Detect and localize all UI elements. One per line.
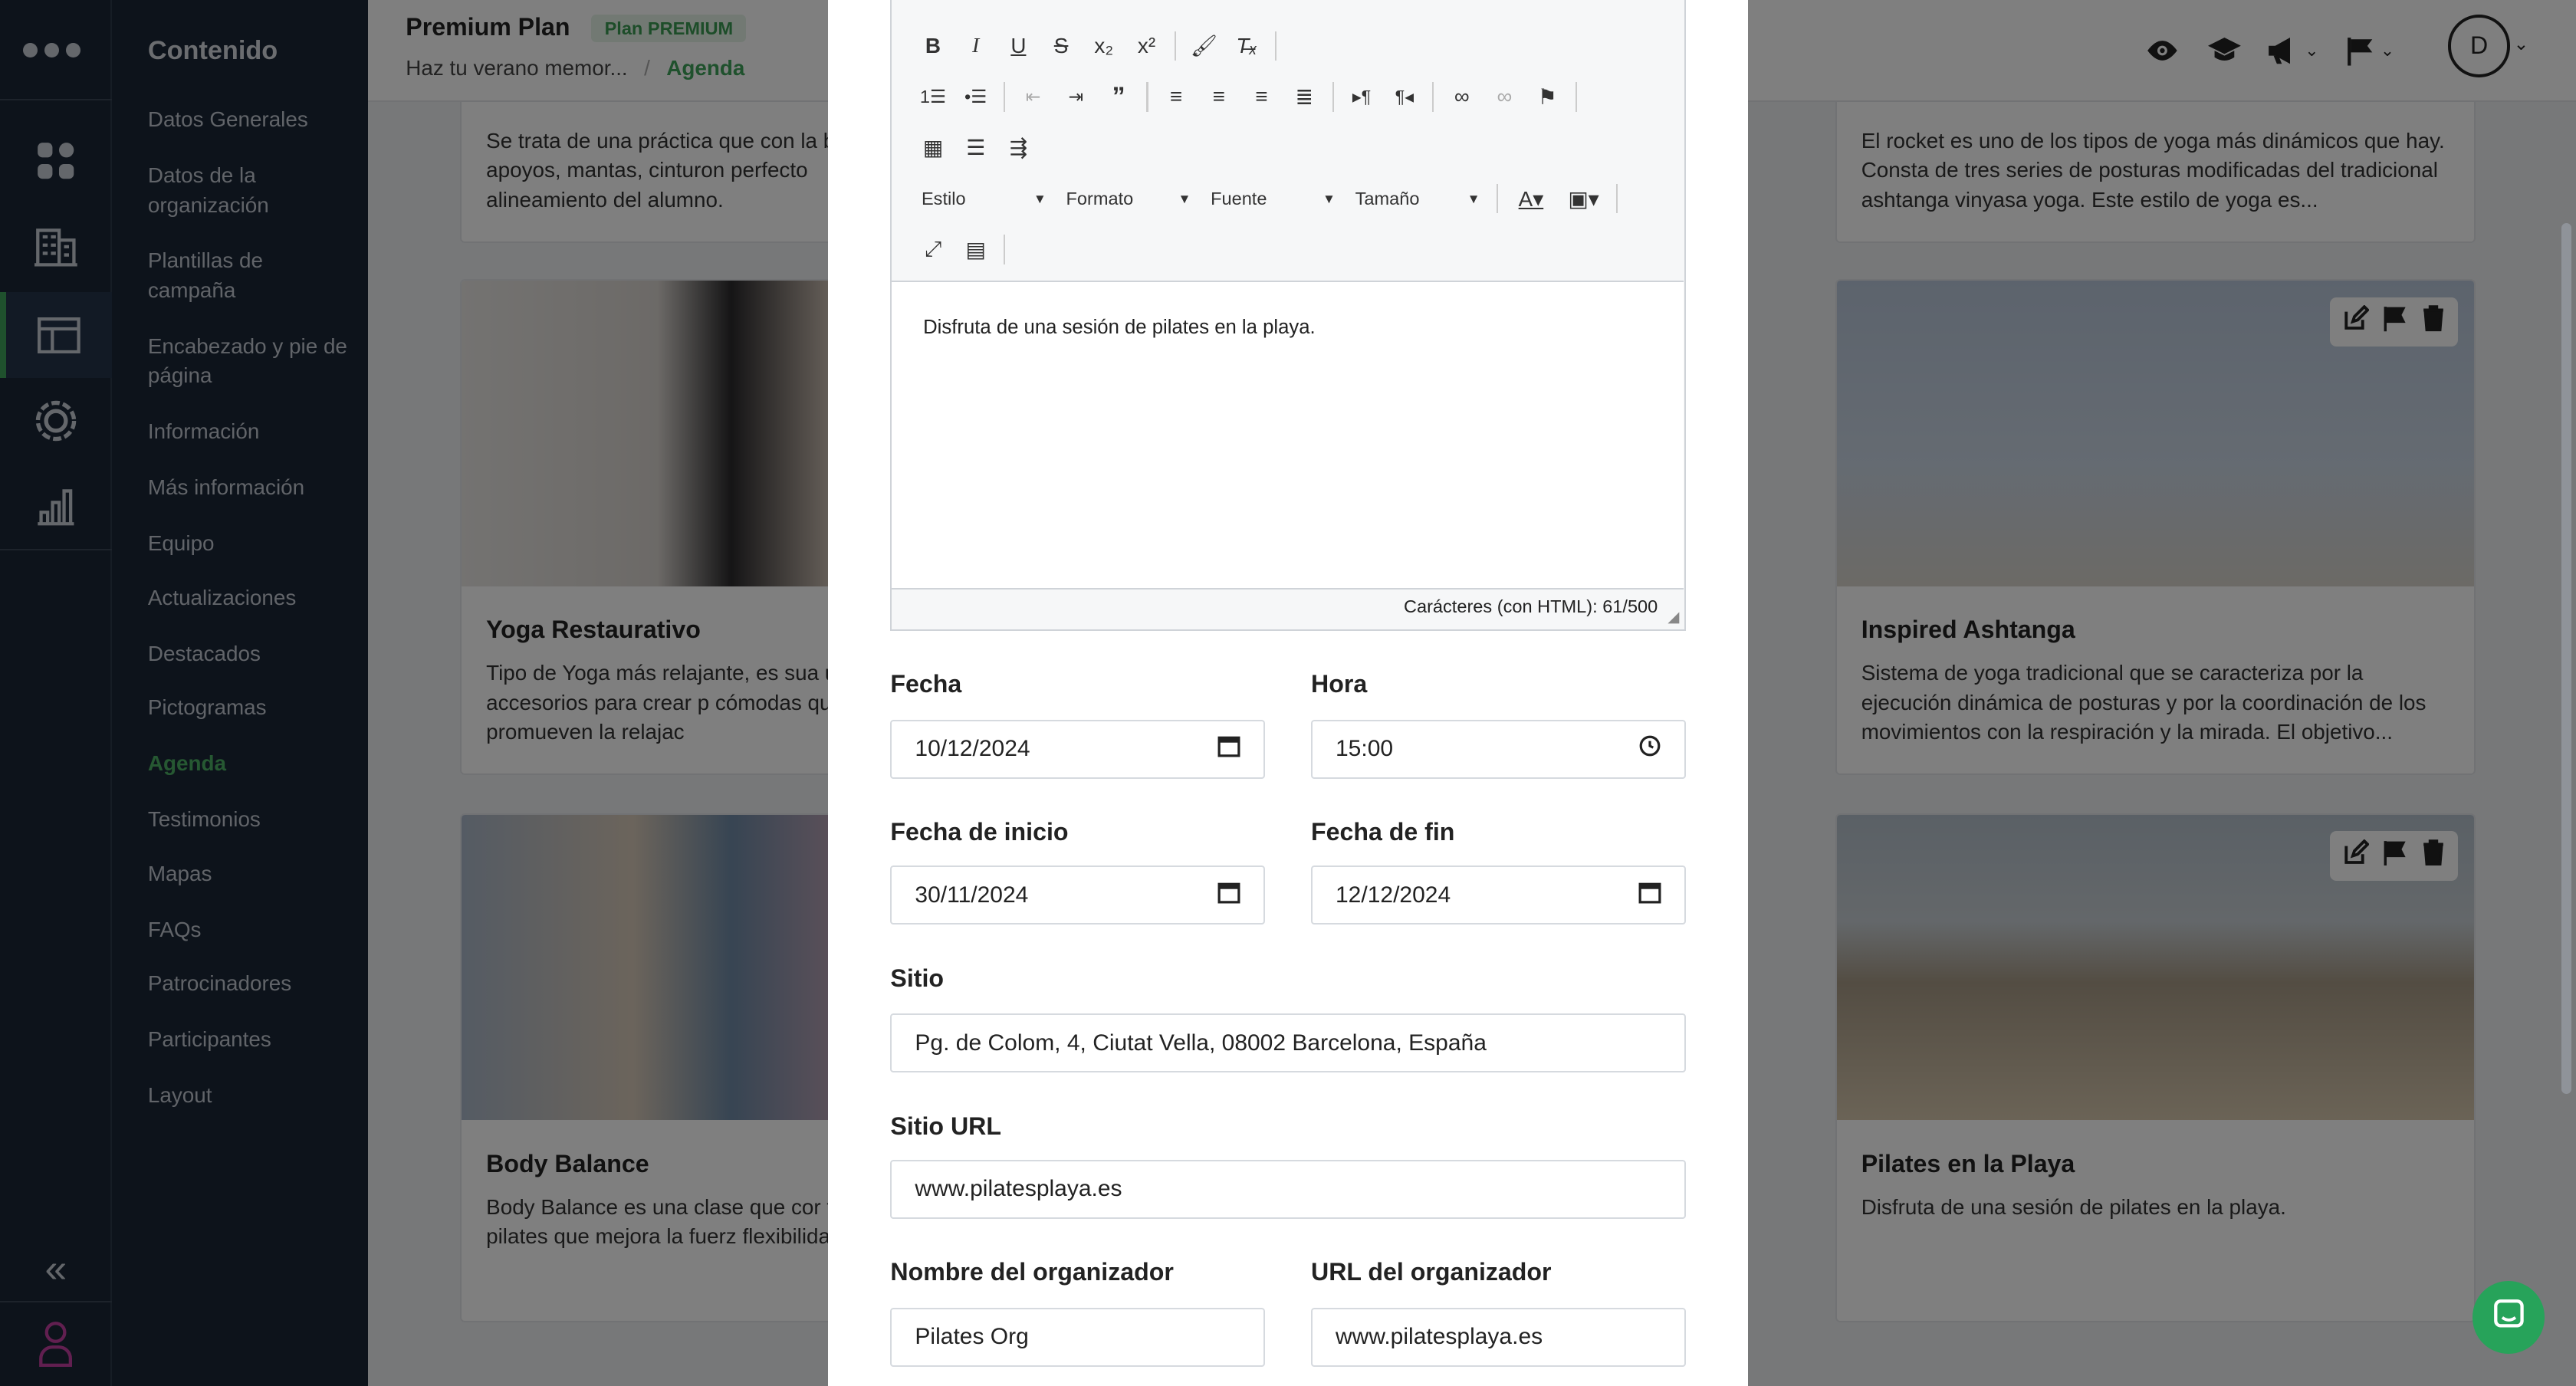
page-scrollbar[interactable] (2561, 223, 2571, 1095)
align-left-icon[interactable]: ≡ (1155, 79, 1198, 115)
char-counter: Carácteres (con HTML): 61/500 (1403, 596, 1658, 616)
fecha-fin-input[interactable]: 12/12/2024 (1311, 865, 1686, 925)
background-color-icon[interactable]: ▣▾ (1557, 181, 1610, 217)
organizador-input[interactable]: Pilates Org (890, 1307, 1265, 1367)
toolbar-separator (1332, 82, 1334, 112)
editor-content-area[interactable]: Disfruta de una sesión de pilates en la … (892, 281, 1684, 590)
toolbar-separator (1274, 31, 1276, 61)
indent-icon[interactable]: ⇥ (1055, 79, 1098, 115)
sitio-label: Sitio (890, 964, 945, 992)
editor-toolbar-row: 1☰ •☰ ⇤ ⇥ ” ≡ ≡ ≡ ≣ ▸¶ ¶◂ ∞ ∞ ⚑ (912, 79, 1583, 115)
show-blocks-icon[interactable]: ▤ (955, 232, 997, 268)
unlink-icon[interactable]: ∞ (1484, 79, 1526, 115)
toolbar-separator (1146, 82, 1148, 112)
editor-toolbar-row: Estilo ▼ Formato ▼ Fuente ▼ Tamaño ▼ A▾ ▣▾ (912, 181, 1625, 217)
page-break-icon[interactable]: ⇶ (997, 130, 1040, 166)
fecha-inicio-label: Fecha de inicio (890, 818, 1069, 846)
toolbar-separator (1174, 31, 1177, 61)
bold-icon[interactable]: B (912, 28, 955, 64)
outdent-icon[interactable]: ⇤ (1012, 79, 1055, 115)
justify-icon[interactable]: ≣ (1283, 79, 1326, 115)
hora-label: Hora (1311, 670, 1368, 698)
toolbar-separator (1496, 183, 1499, 214)
sitio-input[interactable]: Pg. de Colom, 4, Ciutat Vella, 08002 Bar… (890, 1013, 1686, 1073)
fecha-input[interactable]: 10/12/2024 (890, 719, 1265, 779)
strikethrough-icon[interactable]: S (1040, 28, 1083, 64)
copy-format-brush-icon[interactable]: 🖌 (1183, 28, 1226, 64)
clock-icon[interactable] (1638, 734, 1661, 764)
organizador-url-label: URL del organizador (1311, 1258, 1552, 1286)
calendar-icon[interactable] (1217, 881, 1240, 910)
style-combo[interactable]: Estilo ▼ (912, 181, 1056, 217)
horizontal-rule-icon[interactable]: ☰ (955, 130, 997, 166)
sitio-url-label: Sitio URL (890, 1112, 1001, 1140)
rtl-icon[interactable]: ¶◂ (1383, 79, 1426, 115)
remove-format-icon[interactable]: T̶ₓ (1225, 28, 1268, 64)
toolbar-separator (1432, 82, 1434, 112)
hora-input[interactable]: 15:00 (1311, 719, 1686, 779)
chat-icon (2492, 1298, 2525, 1338)
size-combo[interactable]: Tamaño ▼ (1346, 181, 1490, 217)
toolbar-separator (1004, 235, 1006, 264)
numbered-list-icon[interactable]: 1☰ (912, 79, 955, 115)
underline-icon[interactable]: U (997, 28, 1040, 64)
align-right-icon[interactable]: ≡ (1240, 79, 1283, 115)
fecha-inicio-input[interactable]: 30/11/2024 (890, 865, 1265, 925)
anchor-flag-icon[interactable]: ⚑ (1526, 79, 1569, 115)
format-combo[interactable]: Formato ▼ (1056, 181, 1201, 217)
ltr-icon[interactable]: ▸¶ (1340, 79, 1383, 115)
blockquote-icon[interactable]: ” (1097, 79, 1140, 115)
toolbar-separator (1616, 183, 1618, 214)
calendar-icon[interactable] (1217, 734, 1240, 764)
italic-icon[interactable]: I (955, 28, 997, 64)
editor-toolbar-row: B I U S x₂ x² 🖌 T̶ₓ (912, 28, 1283, 64)
text-color-icon[interactable]: A▾ (1505, 181, 1558, 217)
align-center-icon[interactable]: ≡ (1198, 79, 1240, 115)
fecha-fin-label: Fecha de fin (1311, 818, 1455, 846)
resize-handle-icon[interactable]: ◢ (1668, 608, 1679, 626)
chat-button[interactable] (2472, 1281, 2545, 1354)
event-edit-modal: B I U S x₂ x² 🖌 T̶ₓ 1☰ •☰ ⇤ ⇥ ” ≡ ≡ ≡ ≣ … (828, 0, 1748, 1386)
sitio-url-input[interactable]: www.pilatesplaya.es (890, 1159, 1686, 1219)
fecha-label: Fecha (890, 670, 962, 698)
subscript-icon[interactable]: x₂ (1083, 28, 1125, 64)
bullet-list-icon[interactable]: •☰ (955, 79, 997, 115)
toolbar-separator (1575, 82, 1577, 112)
editor-toolbar-row: ⤢ ▤ (912, 232, 1012, 268)
editor-content-text: Disfruta de una sesión de pilates en la … (923, 317, 1316, 339)
font-combo[interactable]: Fuente ▼ (1201, 181, 1346, 217)
calendar-icon[interactable] (1638, 881, 1661, 910)
superscript-icon[interactable]: x² (1125, 28, 1168, 64)
toolbar-separator (1004, 82, 1006, 112)
maximize-icon[interactable]: ⤢ (912, 232, 955, 268)
rich-text-editor: B I U S x₂ x² 🖌 T̶ₓ 1☰ •☰ ⇤ ⇥ ” ≡ ≡ ≡ ≣ … (890, 0, 1686, 631)
editor-toolbar-row: ▦ ☰ ⇶ (912, 130, 1040, 166)
table-icon[interactable]: ▦ (912, 130, 955, 166)
organizador-label: Nombre del organizador (890, 1258, 1174, 1286)
organizador-url-input[interactable]: www.pilatesplaya.es (1311, 1307, 1686, 1367)
link-icon[interactable]: ∞ (1441, 79, 1484, 115)
